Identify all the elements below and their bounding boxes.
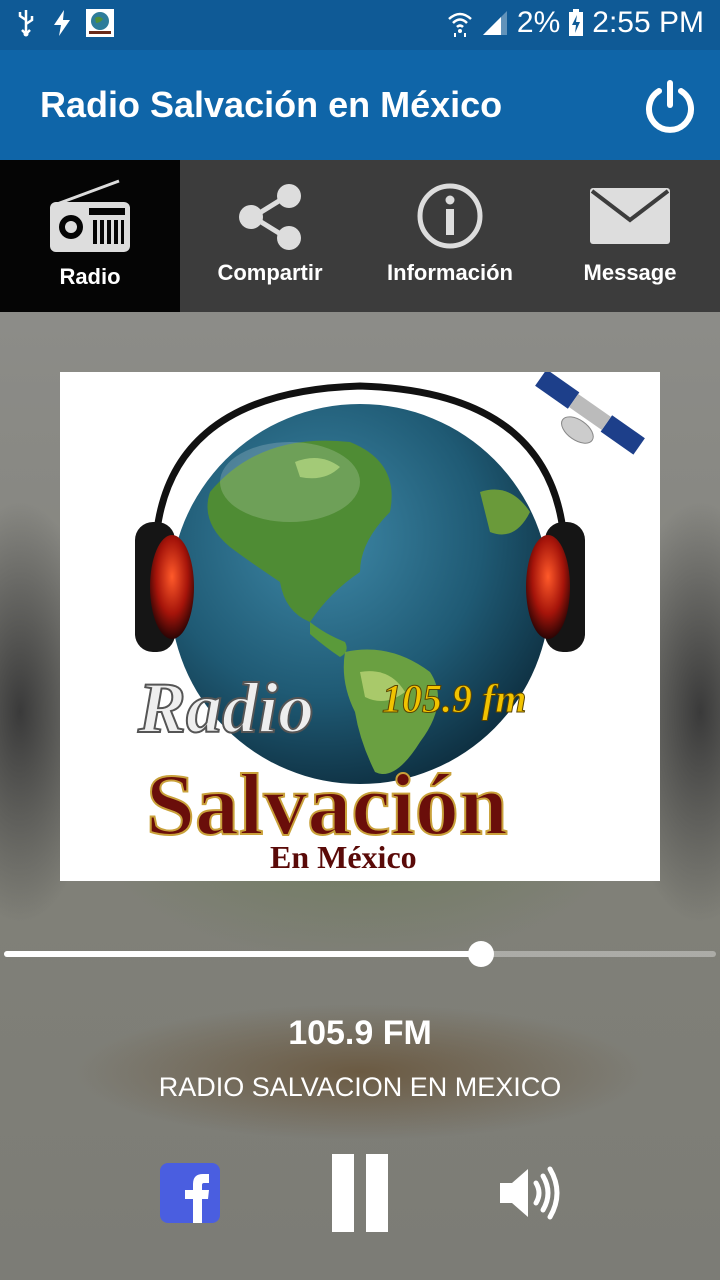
tab-label: Información bbox=[387, 260, 513, 285]
wifi-icon bbox=[448, 12, 472, 37]
logo-text-en-mexico: En México bbox=[270, 839, 417, 875]
mail-icon bbox=[590, 188, 670, 244]
station-logo: Radio 105.9 fm Salvación En México bbox=[135, 372, 645, 875]
radio-icon bbox=[50, 179, 130, 252]
clock: 2:55 PM bbox=[592, 6, 704, 39]
status-right: 2% 2:55 PM bbox=[447, 6, 704, 40]
seek-thumb[interactable] bbox=[468, 941, 495, 967]
tab-informacion[interactable]: Información bbox=[360, 160, 540, 312]
logo-text-radio: Radio bbox=[137, 668, 314, 748]
seek-bar[interactable] bbox=[4, 941, 716, 967]
tab-label: Compartir bbox=[217, 260, 323, 285]
station-frequency: 105.9 FM bbox=[288, 1014, 432, 1052]
tab-label: Message bbox=[583, 260, 677, 285]
signal-icon bbox=[482, 11, 507, 35]
tab-radio[interactable]: Radio bbox=[0, 160, 180, 312]
tab-bar: Radio Compartir Información Message bbox=[0, 160, 720, 312]
share-icon bbox=[239, 184, 301, 250]
logo-text-frequency: 105.9 fm bbox=[382, 676, 526, 721]
status-bar: 2% 2:55 PM bbox=[0, 0, 720, 50]
app-notification-icon bbox=[86, 9, 114, 37]
pause-icon[interactable] bbox=[330, 1152, 390, 1234]
seek-fill bbox=[4, 951, 482, 957]
battery-percent: 2% bbox=[516, 6, 561, 39]
tab-compartir[interactable]: Compartir bbox=[180, 160, 360, 312]
battery-charging-icon bbox=[569, 9, 584, 36]
flash-icon bbox=[54, 10, 70, 36]
usb-icon bbox=[18, 10, 34, 37]
app-title: Radio Salvación en México bbox=[40, 84, 503, 125]
tab-label: Radio bbox=[59, 264, 121, 289]
tab-message[interactable]: Message bbox=[540, 160, 720, 312]
info-icon bbox=[417, 183, 483, 249]
volume-icon[interactable] bbox=[498, 1163, 562, 1223]
app-bar: Radio Salvación en México bbox=[0, 50, 720, 160]
notification-icons bbox=[14, 8, 114, 38]
facebook-icon[interactable] bbox=[160, 1163, 220, 1223]
album-art: Radio 105.9 fm Salvación En México bbox=[60, 372, 660, 881]
power-icon[interactable] bbox=[642, 78, 698, 134]
station-name: RADIO SALVACION EN MEXICO bbox=[158, 1072, 562, 1102]
